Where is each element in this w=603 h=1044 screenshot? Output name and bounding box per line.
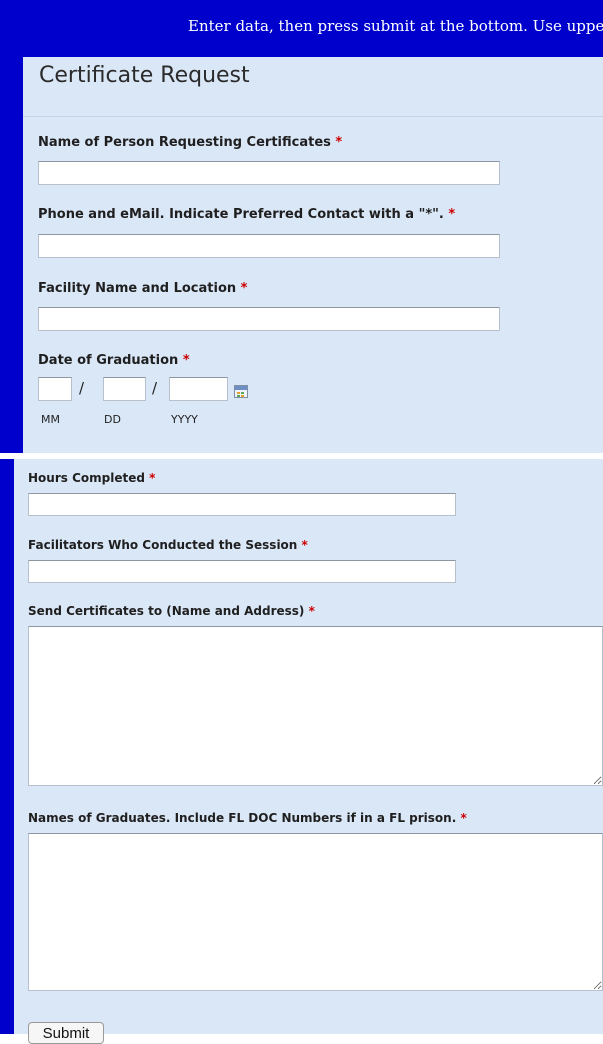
required-marker: * <box>240 281 248 296</box>
hours-completed-label: Hours Completed * <box>28 471 155 485</box>
top-frame: Enter data, then press submit at the bot… <box>0 0 603 453</box>
facilitators-input[interactable] <box>28 560 456 583</box>
graduation-date-label: Date of Graduation * <box>38 353 190 368</box>
date-separator: / <box>79 379 85 397</box>
certificate-form-panel-continued: Hours Completed * Facilitators Who Condu… <box>14 459 603 1044</box>
phone-email-input[interactable] <box>38 234 500 258</box>
required-marker: * <box>301 538 308 552</box>
requester-name-label: Name of Person Requesting Certificates * <box>38 135 342 150</box>
send-certificates-label-text: Send Certificates to (Name and Address) <box>28 604 305 618</box>
form-title: Certificate Request <box>39 63 250 88</box>
year-sublabel: YYYY <box>171 413 198 426</box>
title-divider <box>23 116 603 117</box>
graduate-names-label-text: Names of Graduates. Include FL DOC Numbe… <box>28 811 457 825</box>
month-sublabel: MM <box>41 413 60 426</box>
graduation-month-input[interactable] <box>38 377 72 401</box>
day-sublabel: DD <box>104 413 121 426</box>
required-marker: * <box>149 471 156 485</box>
hours-completed-label-text: Hours Completed <box>28 471 145 485</box>
requester-name-input[interactable] <box>38 161 500 185</box>
certificate-form-panel: Certificate Request Name of Person Reque… <box>23 57 603 453</box>
facilitators-label: Facilitators Who Conducted the Session * <box>28 538 308 552</box>
graduation-day-input[interactable] <box>103 377 146 401</box>
facility-input[interactable] <box>38 307 500 331</box>
facility-label: Facility Name and Location * <box>38 281 247 296</box>
graduate-names-textarea[interactable] <box>28 833 603 991</box>
instruction-banner: Enter data, then press submit at the bot… <box>0 17 603 53</box>
date-separator: / <box>152 379 158 397</box>
hours-completed-input[interactable] <box>28 493 456 516</box>
required-marker: * <box>448 207 456 222</box>
facilitators-label-text: Facilitators Who Conducted the Session <box>28 538 298 552</box>
send-certificates-label: Send Certificates to (Name and Address) … <box>28 604 315 618</box>
required-marker: * <box>460 811 467 825</box>
calendar-icon[interactable] <box>234 385 248 398</box>
graduation-date-label-text: Date of Graduation <box>38 353 179 368</box>
facility-label-text: Facility Name and Location <box>38 281 237 296</box>
phone-email-label-text: Phone and eMail. Indicate Preferred Cont… <box>38 207 444 222</box>
required-marker: * <box>182 353 190 368</box>
required-marker: * <box>335 135 343 150</box>
graduation-year-input[interactable] <box>169 377 228 401</box>
bottom-frame: Hours Completed * Facilitators Who Condu… <box>0 459 603 1044</box>
phone-email-label: Phone and eMail. Indicate Preferred Cont… <box>38 207 455 222</box>
requester-name-label-text: Name of Person Requesting Certificates <box>38 135 331 150</box>
graduate-names-label: Names of Graduates. Include FL DOC Numbe… <box>28 811 467 825</box>
send-certificates-textarea[interactable] <box>28 626 603 786</box>
required-marker: * <box>308 604 315 618</box>
submit-button[interactable]: Submit <box>28 1022 104 1044</box>
instruction-text: Enter data, then press submit at the bot… <box>188 17 603 35</box>
